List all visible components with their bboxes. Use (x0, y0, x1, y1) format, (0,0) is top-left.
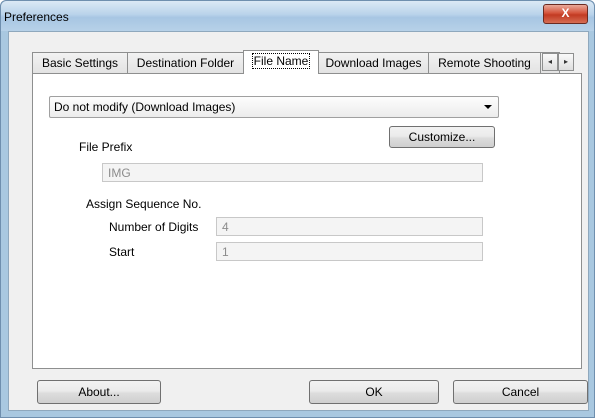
customize-label: Customize... (408, 130, 476, 144)
file-prefix-field[interactable]: IMG (102, 163, 483, 182)
customize-button[interactable]: Customize... (389, 126, 495, 148)
start-label: Start (109, 245, 135, 259)
arrow-left-icon: ◂ (547, 57, 552, 66)
file-name-panel: Do not modify (Download Images) Customiz… (32, 73, 582, 369)
tab-destination-folder[interactable]: Destination Folder (127, 52, 244, 73)
rename-mode-select[interactable]: Do not modify (Download Images) (49, 96, 499, 118)
preferences-window: Preferences X Basic Settings Destination… (0, 0, 595, 418)
title-bar[interactable]: Preferences X (1, 1, 594, 31)
number-of-digits-label: Number of Digits (109, 220, 199, 234)
tab-label: Remote Shooting (438, 56, 531, 70)
about-label: About... (78, 385, 120, 399)
dialog-body: Basic Settings Destination Folder File N… (8, 31, 589, 411)
start-field[interactable]: 1 (216, 242, 483, 261)
assign-sequence-label: Assign Sequence No. (86, 197, 202, 211)
number-of-digits-field[interactable]: 4 (216, 217, 483, 236)
tab-download-images[interactable]: Download Images (318, 52, 429, 73)
tab-remote-shooting[interactable]: Remote Shooting (428, 52, 541, 73)
tab-label: File Name (251, 53, 311, 69)
tab-label: Destination Folder (136, 56, 235, 70)
arrow-right-icon: ▸ (563, 57, 568, 66)
tab-label: Basic Settings (41, 56, 119, 70)
cancel-button[interactable]: Cancel (453, 380, 588, 404)
window-title: Preferences (4, 10, 69, 24)
tab-file-name[interactable]: File Name (243, 50, 319, 74)
rename-mode-value: Do not modify (Download Images) (54, 100, 236, 114)
tab-basic-settings[interactable]: Basic Settings (32, 52, 128, 73)
file-prefix-label: File Prefix (79, 140, 133, 154)
tab-scroll-right-button[interactable]: ▸ (558, 53, 574, 71)
chevron-down-icon (484, 105, 492, 109)
ok-button[interactable]: OK (309, 380, 439, 404)
about-button[interactable]: About... (37, 380, 161, 404)
ok-label: OK (365, 385, 383, 399)
close-icon: X (561, 6, 570, 20)
close-button[interactable]: X (543, 4, 588, 24)
cancel-label: Cancel (501, 385, 540, 399)
tab-scroll-left-button[interactable]: ◂ (542, 53, 558, 71)
tab-label: Download Images (325, 56, 422, 70)
